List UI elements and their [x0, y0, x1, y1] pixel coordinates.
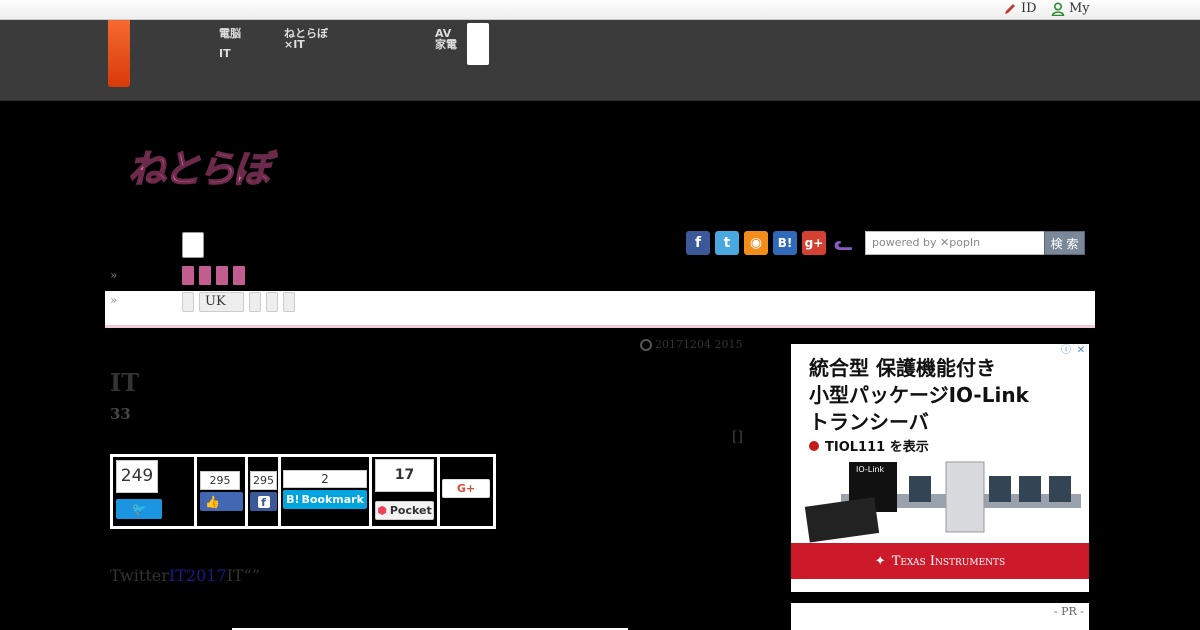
nav-label: ×IT	[284, 38, 305, 51]
share-facebook: 295 f	[248, 457, 281, 526]
pencil-icon	[1005, 3, 1015, 14]
share-buttons: 249 🐦 295 👍 295 f 2 B! Bookmark 17 ⬢ Poc…	[110, 454, 496, 529]
share-twitter: 249 🐦	[113, 457, 197, 526]
brand-tab[interactable]	[108, 20, 130, 87]
nav-label: 電脳	[219, 27, 241, 40]
site-header: 電脳 IT ねとらぼ ×IT AV 家電	[0, 20, 1200, 101]
facebook-icon[interactable]: f	[686, 231, 710, 255]
id-label: ID	[1021, 1, 1037, 16]
share-pocket: 17 ⬢ Pocket	[372, 457, 440, 526]
pocket-count: 17	[375, 459, 434, 492]
subnav-box[interactable]	[182, 232, 204, 258]
nav-label: IT	[219, 47, 231, 60]
hatena-icon: B!	[286, 493, 300, 506]
crumb-pill[interactable]	[249, 292, 261, 312]
header-search-box[interactable]	[467, 23, 489, 65]
like-button[interactable]: 👍	[200, 492, 243, 511]
ad-info-icon[interactable]: ⓘ	[1059, 344, 1073, 358]
twitter-icon[interactable]: t	[715, 231, 739, 255]
user-icon	[1051, 1, 1065, 16]
breadcrumb: » UK	[105, 291, 1095, 328]
logo-text: ねとらぼ	[127, 146, 272, 192]
ad-close-icon[interactable]: ✕	[1074, 344, 1088, 358]
body-link[interactable]: IT2017	[169, 566, 227, 585]
crumb-pill[interactable]	[283, 292, 295, 312]
ad-banner[interactable]: ⓘ ✕ 統合型 保護機能付き 小型パッケージIO-Link トランシーバ TIO…	[791, 344, 1089, 592]
search-input[interactable]: powered by ✕popIn	[865, 231, 1045, 255]
ad-headline-3: トランシーバ	[809, 410, 929, 434]
share-hatena: 2 B! Bookmark	[281, 457, 372, 526]
my-link[interactable]: My	[1051, 1, 1090, 16]
site-logo[interactable]: ねとらぼ	[127, 138, 272, 193]
clock-icon	[640, 338, 652, 351]
pocket-label: Pocket	[389, 504, 432, 517]
search-button[interactable]: 検 索	[1044, 231, 1085, 255]
tweet-button[interactable]: 🐦	[116, 499, 162, 519]
ad-illustration: IO-Link	[804, 461, 1081, 543]
fb-share-button[interactable]: f	[250, 492, 277, 511]
body-text: Twitter	[110, 566, 169, 585]
chevron-icon: »	[110, 293, 118, 307]
ad-brand-bar: ✦ Texas Instruments	[791, 543, 1089, 579]
category-tag[interactable]	[199, 266, 211, 285]
hatena-bookmark-button[interactable]: B! Bookmark	[283, 490, 367, 509]
ad-brand: Texas Instruments	[891, 553, 1006, 569]
pr-section: - PR -	[791, 603, 1089, 630]
svg-text:IO-Link: IO-Link	[856, 465, 885, 474]
tweet-count: 249	[116, 460, 158, 493]
ti-logo-icon: ✦	[874, 553, 886, 569]
article-note: []	[732, 429, 743, 445]
category-tag[interactable]	[182, 266, 194, 285]
thumbs-up-icon: 👍	[205, 494, 220, 509]
nav-label: 家電	[435, 38, 457, 51]
hatena-label: Bookmark	[301, 493, 364, 506]
fb-count: 295	[250, 471, 277, 490]
googleplus-icon[interactable]: g+	[802, 231, 826, 255]
nav-item-av[interactable]: AV 家電	[435, 28, 457, 50]
id-link[interactable]: ID	[1003, 1, 1037, 16]
utility-bar: ID My	[0, 0, 1200, 20]
cat-icon[interactable]: ᓚ	[831, 231, 855, 255]
ad-cta-label: TIOL111 を表示	[825, 440, 929, 455]
twitter-icon: 🐦	[131, 502, 147, 516]
category-tag[interactable]	[233, 266, 245, 285]
hatena-icon[interactable]: B!	[773, 231, 797, 255]
article-subtitle: 33	[110, 405, 131, 423]
my-label: My	[1069, 1, 1090, 16]
pr-label: - PR -	[1053, 605, 1084, 618]
pocket-button[interactable]: ⬢ Pocket	[375, 501, 434, 520]
publish-date: 20171204 2015	[640, 338, 742, 351]
like-count: 295	[200, 471, 240, 490]
share-gplus: G+	[440, 457, 493, 526]
share-like: 295 👍	[197, 457, 248, 526]
nav-item-denno[interactable]: 電脳 IT	[219, 28, 241, 59]
ad-cta-link[interactable]: TIOL111 を表示	[809, 436, 929, 455]
chevron-icon: »	[110, 268, 118, 282]
article-title: IT	[110, 368, 140, 397]
hatena-count: 2	[283, 470, 367, 488]
pocket-icon: ⬢	[377, 504, 387, 517]
gplus-button[interactable]: G+	[442, 479, 490, 498]
facebook-icon: f	[257, 495, 270, 509]
rss-icon[interactable]: ◉	[744, 231, 768, 255]
category-tag[interactable]	[216, 266, 228, 285]
nav-item-netorabo-it[interactable]: ねとらぼ ×IT	[284, 28, 328, 50]
crumb-pill[interactable]	[182, 292, 194, 312]
crumb-pill[interactable]	[266, 292, 278, 312]
article-body: TwitterIT2017IT“”	[110, 566, 260, 585]
ad-headline-2: 小型パッケージIO-Link	[809, 383, 1029, 407]
play-icon	[809, 440, 819, 451]
date-text: 20171204 2015	[655, 338, 743, 351]
ad-headline-1: 統合型 保護機能付き	[809, 356, 996, 380]
crumb-pill-uk[interactable]: UK	[199, 292, 244, 312]
body-text: IT“”	[226, 566, 260, 585]
